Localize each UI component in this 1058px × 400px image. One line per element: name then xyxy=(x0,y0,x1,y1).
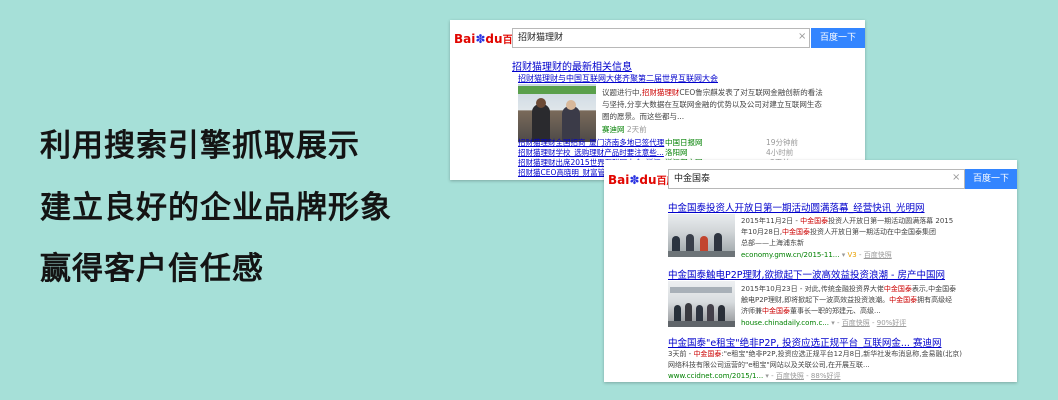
news-item-4[interactable]: 招财猫CEO高晓明_财富管理 xyxy=(518,167,613,178)
result-1-snapshot[interactable]: 百度快照 xyxy=(864,251,892,259)
result-1-thumbnail[interactable] xyxy=(668,214,735,257)
result-2-line-1: 2015年10月23日 - 对此,传统金融投资界大佬中金国泰表示,中金国泰 xyxy=(741,285,957,293)
clear-icon[interactable]: × xyxy=(952,172,960,183)
dropdown-icon[interactable]: ▾ xyxy=(765,372,769,380)
snippet-meta: 赛迪网 2天前 xyxy=(602,125,647,134)
news-heading[interactable]: 招财猫理财的最新相关信息 xyxy=(512,58,632,73)
result-2-thumbnail[interactable] xyxy=(668,281,735,327)
news-top-link[interactable]: 招财猫理财与中国互联网大佬齐聚第二届世界互联网大会 xyxy=(518,73,718,84)
baidu-logo: Bai✽du百度 xyxy=(608,173,677,187)
result-1-line-2: 年10月28日,中金国泰投资人开放日第一期活动在中金国泰集团 xyxy=(741,228,937,236)
snippet-line-2: 与坚持,分享大数据在互联网金融的优势以及公司对建立互联网生态 xyxy=(602,100,822,109)
snippet-line-3: 圈的愿景。而这些都与... xyxy=(602,112,685,121)
headline-3: 赢得客户信任感 xyxy=(40,251,264,287)
result-3-line-2: 网络科技有限公司运营的"e租宝"网站以及关联公司,在开展互联... xyxy=(668,361,870,369)
search-screenshot-2: Bai✽du百度 中金国泰 × 百度一下 中金国泰投资人开放日第一期活动圆满落幕… xyxy=(604,160,1017,382)
news-thumbnail[interactable] xyxy=(518,84,596,142)
dropdown-icon[interactable]: ▾ xyxy=(831,319,835,327)
result-3-rating[interactable]: 88%好评 xyxy=(811,372,841,380)
v-badge[interactable]: V3 xyxy=(847,251,856,259)
result-2-line-2: 触电P2P理财,即将掀起下一波高效益投资浪潮。中金国泰拥有高级经 xyxy=(741,296,953,304)
clear-icon[interactable]: × xyxy=(798,31,806,42)
search-bar-2: Bai✽du百度 中金国泰 × 百度一下 xyxy=(604,160,1017,196)
paw-icon: ✽ xyxy=(475,32,486,46)
dropdown-icon[interactable]: ▾ xyxy=(842,251,846,259)
headline-1: 利用搜索引擎抓取展示 xyxy=(40,128,360,164)
result-3-snapshot[interactable]: 百度快照 xyxy=(776,372,804,380)
result-3-title[interactable]: 中金国泰"e租宝"绝非P2P, 投资应选正规平台_互联网金... 赛迪网 xyxy=(668,335,941,349)
result-3-meta: www.ccidnet.com/2015/1... ▾ - 百度快照 - 88%… xyxy=(668,372,841,380)
result-1-line-1: 2015年11月2日 - 中金国泰投资人开放日第一期活动圆满落幕 2015 xyxy=(741,217,954,225)
result-3-line-1: 3天前 - 中金国泰:"e租宝"绝非P2P,投资应选正规平台12月8日,新华社发… xyxy=(668,350,962,358)
result-3-url[interactable]: www.ccidnet.com/2015/1... xyxy=(668,372,763,380)
paw-icon: ✽ xyxy=(629,173,640,187)
result-1-url[interactable]: economy.gmw.cn/2015-11... xyxy=(741,251,839,259)
snippet-line-1: 议题进行中,招财猫理财CEO鲁宗麒发表了对互联网金融创新的看法 xyxy=(602,88,823,97)
result-1-title[interactable]: 中金国泰投资人开放日第一期活动圆满落幕_经营快讯_光明网 xyxy=(668,200,925,214)
result-2-meta: house.chinadaily.com.c... ▾ - 百度快照 - 90%… xyxy=(741,319,907,327)
result-2-title[interactable]: 中金国泰触电P2P理财,欲掀起下一波高效益投资浪潮 - 房产中国网 xyxy=(668,267,945,281)
search-button[interactable]: 百度一下 xyxy=(965,169,1017,189)
result-2-line-3: 济师兼中金国泰董事长一职的郑建元、高级... xyxy=(741,307,881,315)
search-input[interactable]: 招财猫理财 xyxy=(512,28,810,48)
result-1-meta: economy.gmw.cn/2015-11... ▾ V3 - 百度快照 xyxy=(741,251,892,259)
result-2-url[interactable]: house.chinadaily.com.c... xyxy=(741,319,829,327)
result-2-rating[interactable]: 90%好评 xyxy=(877,319,907,327)
search-screenshot-1: Bai✽du百度 招财猫理财 × 百度一下 招财猫理财的最新相关信息 招财猫理财… xyxy=(450,20,865,180)
search-input[interactable]: 中金国泰 xyxy=(668,169,965,189)
result-2-snapshot[interactable]: 百度快照 xyxy=(842,319,870,327)
search-button[interactable]: 百度一下 xyxy=(811,28,865,48)
headline-2: 建立良好的企业品牌形象 xyxy=(40,190,392,226)
search-bar-1: Bai✽du百度 招财猫理财 × 百度一下 xyxy=(450,20,865,56)
result-1-line-3: 总部——上海浦东新 xyxy=(741,239,804,247)
